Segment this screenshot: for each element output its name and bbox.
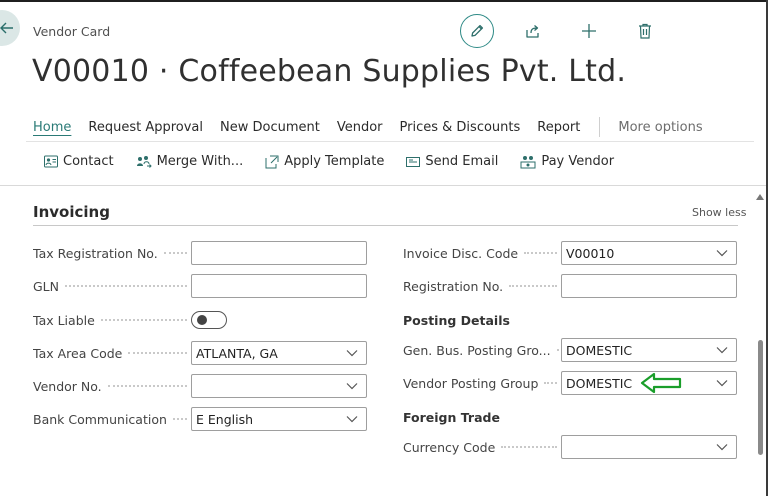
menu-new-document[interactable]: New Document <box>220 120 320 135</box>
back-arrow-icon <box>0 22 13 34</box>
menu-vendor[interactable]: Vendor <box>337 120 383 135</box>
menu-separator <box>599 117 601 137</box>
action-menu-bar: Home Request Approval New Document Vendo… <box>33 117 703 137</box>
card-type-label: Vendor Card <box>33 24 111 39</box>
currency-code-select[interactable] <box>561 435 737 459</box>
field-row-invoice-disc-code: Invoice Disc. Code V00010 <box>403 241 737 265</box>
field-row-vendor-posting-group: Vendor Posting Group DOMESTIC <box>403 371 737 395</box>
share-button[interactable] <box>516 14 550 48</box>
contact-label: Contact <box>63 154 114 169</box>
select-value: V00010 <box>566 245 615 261</box>
annotation-arrow-icon <box>640 372 682 394</box>
field-row-gen-bus-posting-group: Gen. Bus. Posting Gro... DOMESTIC <box>403 338 737 362</box>
send-email-button[interactable]: Send Email <box>406 154 498 169</box>
menu-request-approval[interactable]: Request Approval <box>88 120 203 135</box>
field-label: GLN <box>33 278 60 294</box>
gln-input[interactable] <box>191 274 367 298</box>
field-row-registration-no: Registration No. <box>403 274 737 298</box>
invoice-disc-code-select[interactable]: V00010 <box>561 241 737 265</box>
select-value: DOMESTIC <box>566 375 633 391</box>
chevron-down-icon <box>716 250 728 257</box>
posting-details-heading: Posting Details <box>403 313 510 328</box>
field-label: Tax Liable <box>33 312 95 328</box>
apply-template-button[interactable]: Apply Template <box>265 154 384 169</box>
chevron-down-icon <box>716 380 728 387</box>
trash-icon <box>639 23 651 39</box>
back-button[interactable] <box>0 10 20 46</box>
vendor-no-select[interactable] <box>191 374 367 398</box>
field-row-gln: GLN <box>33 274 367 298</box>
pay-vendor-icon <box>520 155 536 168</box>
edit-button[interactable] <box>460 14 494 48</box>
plus-icon <box>582 24 596 38</box>
field-label: Bank Communication <box>33 411 167 427</box>
field-row-vendor-no: Vendor No. <box>33 374 367 398</box>
menu-prices-discounts[interactable]: Prices & Discounts <box>400 120 521 135</box>
menu-home[interactable]: Home <box>33 120 71 135</box>
share-icon <box>526 25 539 38</box>
section-title-invoicing: Invoicing <box>33 203 110 221</box>
menu-report[interactable]: Report <box>537 120 580 135</box>
field-label: Tax Area Code <box>33 345 123 361</box>
bank-communication-select[interactable]: E English <box>191 407 367 431</box>
new-button[interactable] <box>572 14 606 48</box>
chevron-down-icon <box>346 350 358 357</box>
select-value: DOMESTIC <box>566 342 633 358</box>
foreign-trade-heading: Foreign Trade <box>403 410 500 425</box>
page-title: V00010 · Coffeebean Supplies Pvt. Ltd. <box>32 54 627 89</box>
tax-area-code-select[interactable]: ATLANTA, GA <box>191 341 367 365</box>
template-icon <box>265 155 279 168</box>
apply-template-label: Apply Template <box>284 154 385 169</box>
vertical-scrollbar[interactable] <box>752 190 768 490</box>
field-label: Vendor Posting Group <box>403 375 539 391</box>
chevron-down-icon <box>346 383 358 390</box>
send-email-label: Send Email <box>425 154 499 169</box>
field-row-tax-liable: Tax Liable <box>33 308 227 332</box>
section-divider <box>33 225 738 226</box>
contact-button[interactable]: Contact <box>44 154 114 169</box>
select-value: ATLANTA, GA <box>196 345 278 361</box>
field-row-tax-area-code: Tax Area Code ATLANTA, GA <box>33 341 367 365</box>
scroll-thumb[interactable] <box>758 340 763 455</box>
contact-card-icon <box>44 155 58 168</box>
divider <box>26 141 754 142</box>
merge-with-button[interactable]: Merge With... <box>136 154 244 169</box>
menu-more-options[interactable]: More options <box>618 120 702 135</box>
field-row-tax-registration-no: Tax Registration No. <box>33 241 367 265</box>
pencil-icon <box>471 24 484 37</box>
chevron-down-icon <box>716 444 728 451</box>
toggle-knob <box>197 315 207 325</box>
registration-no-input[interactable] <box>561 274 737 298</box>
delete-button[interactable] <box>628 14 662 48</box>
field-row-bank-communication: Bank Communication E English <box>33 407 367 431</box>
field-label: Gen. Bus. Posting Gro... <box>403 342 551 358</box>
email-icon <box>406 156 421 167</box>
chevron-down-icon <box>346 416 358 423</box>
gen-bus-posting-group-select[interactable]: DOMESTIC <box>561 338 737 362</box>
field-label: Registration No. <box>403 278 504 294</box>
divider <box>0 185 766 186</box>
field-label: Invoice Disc. Code <box>403 245 519 261</box>
tax-registration-no-input[interactable] <box>191 241 367 265</box>
tax-liable-toggle[interactable] <box>191 311 227 329</box>
select-value: E English <box>196 411 254 427</box>
header-actions <box>460 14 662 48</box>
show-less-link[interactable]: Show less <box>692 206 746 219</box>
merge-with-label: Merge With... <box>156 154 244 169</box>
chevron-down-icon <box>716 347 728 354</box>
merge-people-icon <box>136 155 152 168</box>
scroll-up-icon[interactable] <box>756 194 764 200</box>
pay-vendor-label: Pay Vendor <box>541 154 615 169</box>
field-label: Tax Registration No. <box>33 245 158 261</box>
field-label: Currency Code <box>403 439 496 455</box>
top-border <box>0 0 768 2</box>
field-row-currency-code: Currency Code <box>403 435 737 459</box>
pay-vendor-button[interactable]: Pay Vendor <box>520 154 614 169</box>
field-label: Vendor No. <box>33 378 102 394</box>
home-toolbar: Contact Merge With... Apply Template Sen… <box>44 154 636 169</box>
